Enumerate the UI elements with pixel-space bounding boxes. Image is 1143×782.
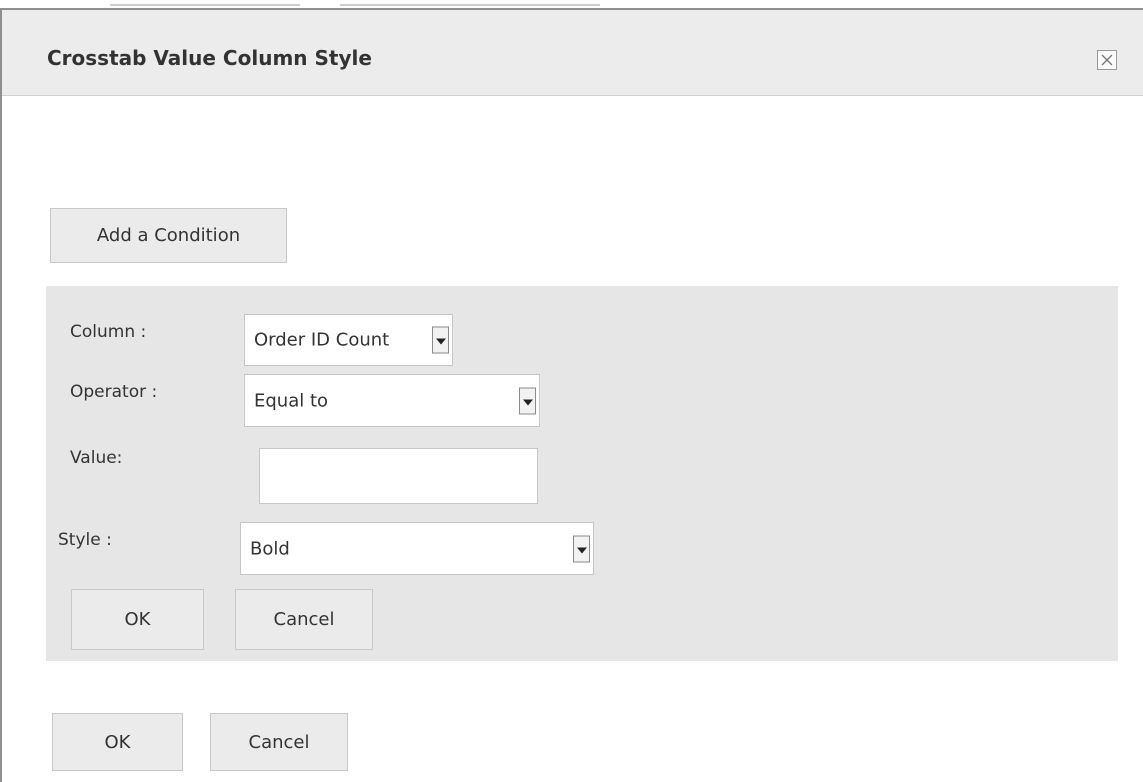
column-dropdown-arrow[interactable] xyxy=(432,326,449,354)
column-label: Column : xyxy=(70,322,147,342)
background-edge xyxy=(110,4,300,6)
background-edge xyxy=(340,4,600,6)
condition-cancel-button[interactable]: Cancel xyxy=(235,589,373,650)
column-select-value: Order ID Count xyxy=(254,329,390,351)
close-icon xyxy=(1101,54,1113,66)
chevron-down-icon xyxy=(523,399,533,405)
style-select[interactable]: Bold xyxy=(240,522,594,575)
chevron-down-icon xyxy=(577,547,587,553)
crosstab-style-dialog: Crosstab Value Column Style Add a Condit… xyxy=(0,8,1143,782)
condition-ok-button[interactable]: OK xyxy=(71,589,204,650)
condition-panel: Column : Order ID Count Operator : Equal… xyxy=(46,286,1118,661)
add-condition-button[interactable]: Add a Condition xyxy=(50,208,287,263)
style-select-value: Bold xyxy=(250,538,290,559)
chevron-down-icon xyxy=(436,338,446,345)
dialog-header: Crosstab Value Column Style xyxy=(2,10,1143,96)
operator-dropdown-arrow[interactable] xyxy=(519,387,536,414)
dialog-title: Crosstab Value Column Style xyxy=(47,46,372,70)
operator-select-value: Equal to xyxy=(254,390,329,411)
value-label: Value: xyxy=(70,448,123,468)
style-dropdown-arrow[interactable] xyxy=(573,535,590,562)
dialog-cancel-button[interactable]: Cancel xyxy=(210,713,348,771)
operator-select[interactable]: Equal to xyxy=(244,374,540,427)
value-input[interactable] xyxy=(259,448,538,504)
dialog-ok-button[interactable]: OK xyxy=(52,713,183,771)
column-select[interactable]: Order ID Count xyxy=(244,314,453,366)
style-label: Style : xyxy=(58,530,112,550)
operator-label: Operator : xyxy=(70,382,158,402)
close-button[interactable] xyxy=(1097,50,1117,70)
